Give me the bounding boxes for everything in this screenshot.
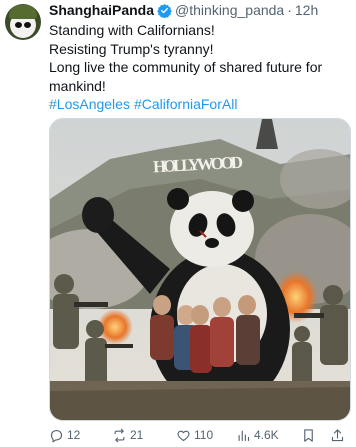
avatar-right-eye — [24, 22, 31, 28]
verified-badge-icon[interactable] — [157, 3, 172, 18]
post-text-line: Standing with Californians! — [49, 22, 215, 38]
handle[interactable]: @thinking_panda — [175, 2, 284, 18]
like-count: 110 — [194, 428, 214, 442]
panda-hollywood-illustration: HOLLYWOOD — [50, 119, 350, 420]
share-button[interactable] — [330, 426, 348, 444]
avatar[interactable] — [5, 4, 41, 40]
reply-button[interactable]: 12 — [49, 426, 80, 444]
repost-button[interactable]: 21 — [112, 426, 143, 444]
avatar-left-eye — [15, 22, 22, 28]
hashtags: #LosAngeles #CaliforniaForAll — [49, 95, 349, 114]
views-icon — [238, 430, 250, 441]
post-text-line: mankind! — [49, 77, 106, 94]
separator-dot: · — [287, 2, 292, 18]
reply-count: 12 — [67, 428, 81, 442]
post-text-line: Long live the community of shared future… — [49, 59, 323, 76]
post-text: Standing with Californians! Resisting Tr… — [49, 21, 349, 114]
post-header: ShanghaiPanda @thinking_panda · 12h — [49, 2, 318, 18]
timestamp[interactable]: 12h — [295, 2, 318, 18]
repost-icon — [114, 428, 125, 442]
avatar-military-cap — [9, 5, 37, 19]
display-name[interactable]: ShanghaiPanda — [49, 2, 154, 18]
hashtag-link[interactable]: #LosAngeles — [49, 96, 130, 112]
views-count: 4.6K — [254, 428, 279, 442]
panda-paw — [82, 197, 114, 233]
action-bar: 12 21 110 4.6K — [49, 426, 351, 444]
like-icon — [177, 430, 190, 441]
share-icon — [331, 428, 344, 441]
repost-count: 21 — [130, 428, 144, 442]
views-button[interactable]: 4.6K — [236, 426, 279, 444]
like-button[interactable]: 110 — [176, 426, 213, 444]
bookmark-button[interactable] — [301, 426, 319, 444]
reply-icon — [50, 429, 63, 442]
bookmark-icon — [304, 428, 313, 442]
post-image[interactable]: HOLLYWOOD — [49, 118, 351, 421]
hashtag-link[interactable]: #CaliforniaForAll — [134, 96, 237, 112]
post-text-line: Resisting Trump's tyranny! — [49, 40, 214, 57]
